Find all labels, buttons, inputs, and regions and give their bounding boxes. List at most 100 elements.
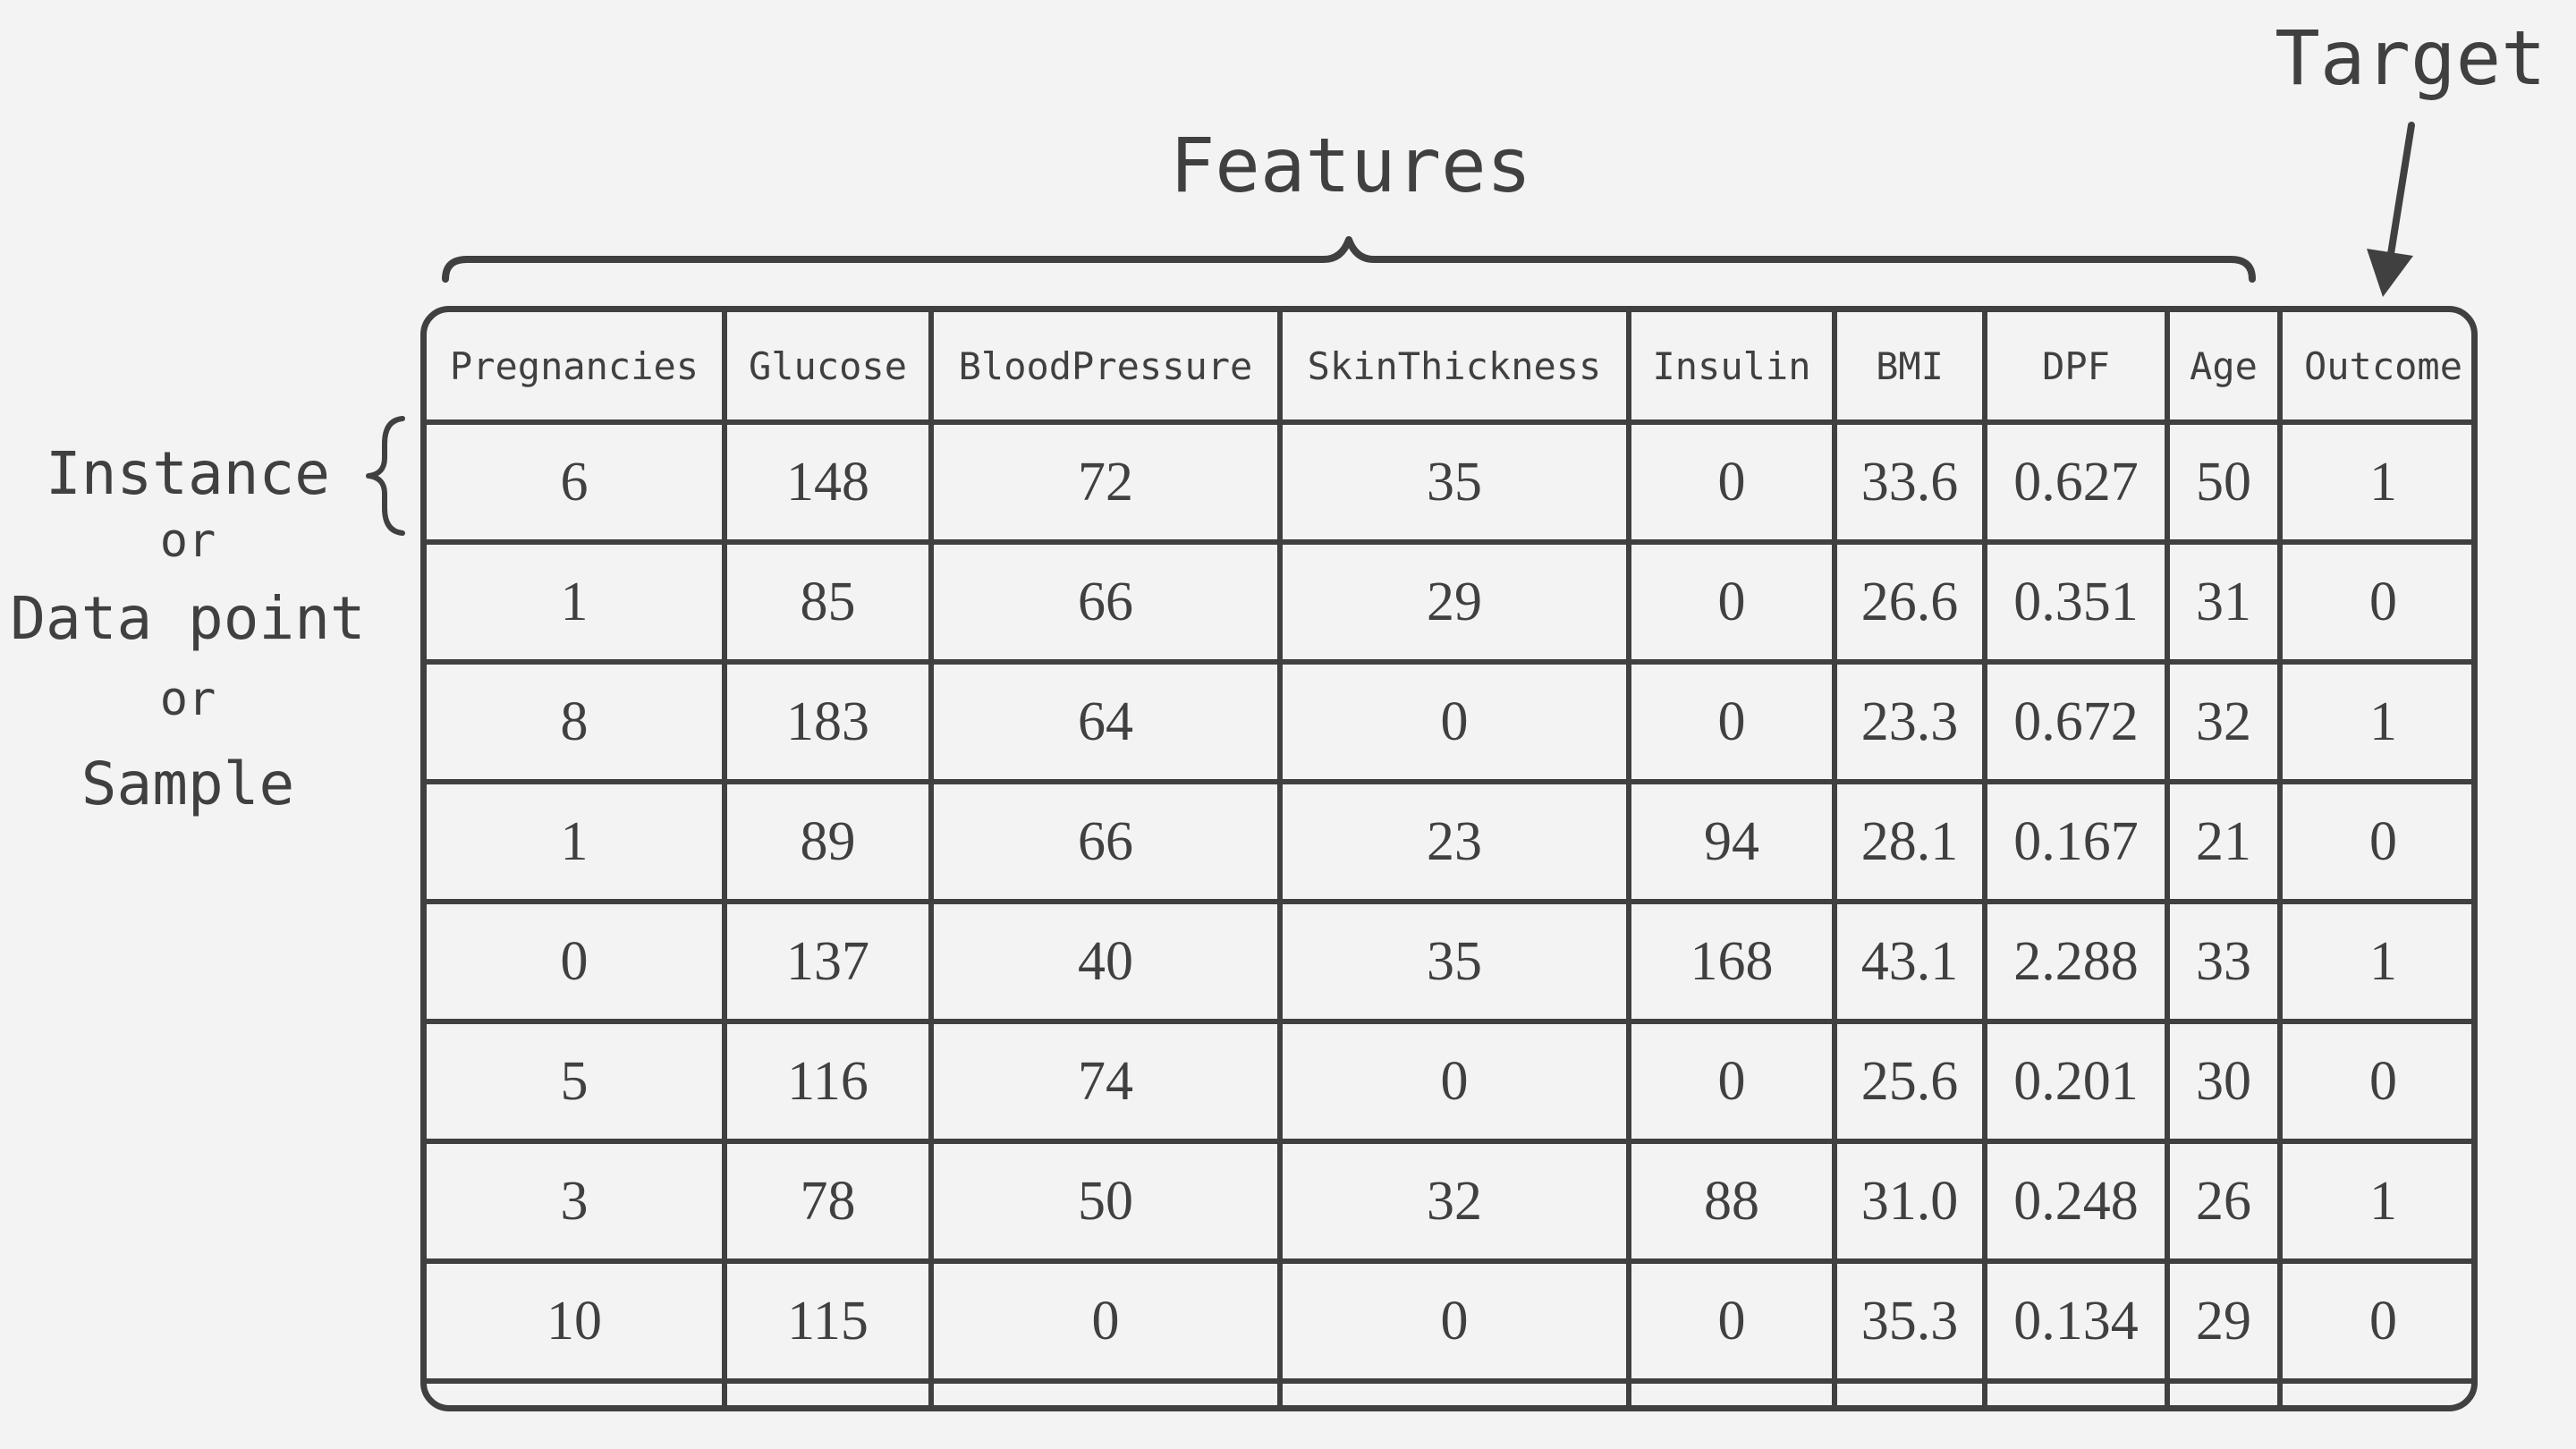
table-cell: 0 <box>2277 779 2471 904</box>
features-brace <box>442 236 2256 283</box>
table-cell: 0.134 <box>1982 1258 2170 1384</box>
ellipsis-cell: ... <box>427 1378 727 1405</box>
table-cell: 35 <box>1277 419 1631 545</box>
table-cell: 74 <box>928 1019 1283 1144</box>
ellipsis-cell: ... <box>928 1378 1283 1405</box>
table-cell: 0 <box>1626 1019 1837 1144</box>
ellipsis-cell: ... <box>1626 1378 1837 1405</box>
column-header-age: Age <box>2165 312 2283 425</box>
table-cell: 0 <box>1626 539 1837 665</box>
dataset-table: Pregnancies Glucose BloodPressure SkinThick… <box>427 312 2471 1405</box>
table-row: 8 183 64 0 0 23.3 0.672 32 1 <box>427 659 2471 784</box>
table-row: 1 89 66 23 94 28.1 0.167 21 0 <box>427 779 2471 904</box>
or-label-1: or <box>159 514 216 568</box>
ellipsis-cell: ... <box>2277 1378 2471 1405</box>
features-label: Features <box>1169 122 1532 209</box>
table-cell: 0 <box>1626 659 1837 784</box>
table-cell: 1 <box>427 539 727 665</box>
instance-label: Instance <box>46 439 330 508</box>
ellipsis-cell: ... <box>1277 1378 1631 1405</box>
column-header-insulin: Insulin <box>1626 312 1837 425</box>
table-cell: 26 <box>2165 1139 2283 1264</box>
table-cell: 31.0 <box>1832 1139 1987 1264</box>
table-cell: 29 <box>1277 539 1631 665</box>
table-cell: 31 <box>2165 539 2283 665</box>
table-cell: 40 <box>928 899 1283 1024</box>
table-row: 10 115 0 0 0 35.3 0.134 29 0 <box>427 1258 2471 1384</box>
table-row: 1 85 66 29 0 26.6 0.351 31 0 <box>427 539 2471 665</box>
table-cell: 23 <box>1277 779 1631 904</box>
table-cell: 33 <box>2165 899 2283 1024</box>
table-cell: 2.288 <box>1982 899 2170 1024</box>
target-label: Target <box>2275 14 2546 102</box>
header-row: Pregnancies Glucose BloodPressure SkinThick… <box>427 312 2471 425</box>
table-cell: 0.672 <box>1982 659 2170 784</box>
table-cell: 5 <box>427 1019 727 1144</box>
ellipsis-cell: ... <box>2165 1378 2283 1405</box>
dataset-table-frame: Pregnancies Glucose BloodPressure SkinThick… <box>420 306 2478 1411</box>
table-cell: 0 <box>1626 419 1837 545</box>
table-cell: 137 <box>722 899 934 1024</box>
table-cell: 3 <box>427 1139 727 1264</box>
table-cell: 89 <box>722 779 934 904</box>
table-cell: 1 <box>427 779 727 904</box>
target-arrow-head <box>2367 249 2413 297</box>
column-header-dpf: DPF <box>1982 312 2170 425</box>
ellipsis-cell: ... <box>722 1378 934 1405</box>
table-cell: 43.1 <box>1832 899 1987 1024</box>
table-cell: 1 <box>2277 1139 2471 1264</box>
table-cell: 148 <box>722 419 934 545</box>
table-cell: 78 <box>722 1139 934 1264</box>
table-cell: 32 <box>1277 1139 1631 1264</box>
table-cell: 25.6 <box>1832 1019 1987 1144</box>
table-cell: 1 <box>2277 659 2471 784</box>
table-cell: 10 <box>427 1258 727 1384</box>
table-cell: 32 <box>2165 659 2283 784</box>
column-header-glucose: Glucose <box>722 312 934 425</box>
table-cell: 35.3 <box>1832 1258 1987 1384</box>
table-cell: 88 <box>1626 1139 1837 1264</box>
table-cell: 0 <box>1277 659 1631 784</box>
table-cell: 50 <box>2165 419 2283 545</box>
ellipsis-cell: ... <box>1982 1378 2170 1405</box>
table-cell: 1 <box>2277 419 2471 545</box>
column-header-bmi: BMI <box>1832 312 1987 425</box>
table-cell: 26.6 <box>1832 539 1987 665</box>
table-cell: 23.3 <box>1832 659 1987 784</box>
table-cell: 115 <box>722 1258 934 1384</box>
table-cell: 29 <box>2165 1258 2283 1384</box>
table-cell: 30 <box>2165 1019 2283 1144</box>
table-cell: 72 <box>928 419 1283 545</box>
target-arrow-shaft <box>2386 122 2415 263</box>
table-cell: 0 <box>2277 1019 2471 1144</box>
table-cell: 8 <box>427 659 727 784</box>
data-point-label: Data point <box>10 584 366 653</box>
table-cell: 0.248 <box>1982 1139 2170 1264</box>
table-cell: 21 <box>2165 779 2283 904</box>
table-cell: 28.1 <box>1832 779 1987 904</box>
table-row: 5 116 74 0 0 25.6 0.201 30 0 <box>427 1019 2471 1144</box>
table-cell: 64 <box>928 659 1283 784</box>
table-cell: 0.351 <box>1982 539 2170 665</box>
table-cell: 0 <box>1626 1258 1837 1384</box>
table-cell: 6 <box>427 419 727 545</box>
table-row: 0 137 40 35 168 43.1 2.288 33 1 <box>427 899 2471 1024</box>
table-cell: 0 <box>2277 539 2471 665</box>
table-cell: 0 <box>427 899 727 1024</box>
table-cell: 66 <box>928 779 1283 904</box>
table-cell: 0.627 <box>1982 419 2170 545</box>
table-cell: 116 <box>722 1019 934 1144</box>
column-header-bloodpressure: BloodPressure <box>928 312 1283 425</box>
table-cell: 85 <box>722 539 934 665</box>
table-cell: 33.6 <box>1832 419 1987 545</box>
table-row: 6 148 72 35 0 33.6 0.627 50 1 <box>427 419 2471 545</box>
ellipsis-row: ........................... <box>427 1378 2471 1405</box>
table-cell: 0.201 <box>1982 1019 2170 1144</box>
table-cell: 0 <box>1277 1019 1631 1144</box>
sample-label: Sample <box>80 750 295 818</box>
column-header-pregnancies: Pregnancies <box>427 312 727 425</box>
table-cell: 0.167 <box>1982 779 2170 904</box>
table-cell: 0 <box>1277 1258 1631 1384</box>
table-cell: 168 <box>1626 899 1837 1024</box>
table-cell: 0 <box>928 1258 1283 1384</box>
